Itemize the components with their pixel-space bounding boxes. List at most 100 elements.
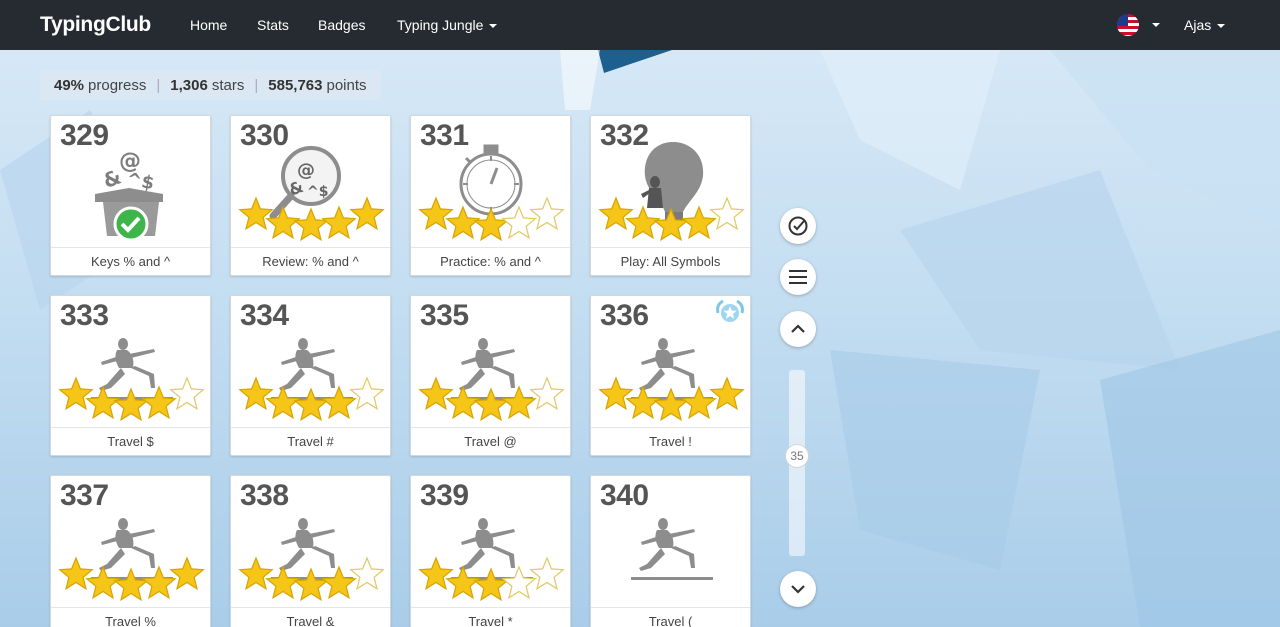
star-filled-icon [445, 385, 481, 420]
star-filled-icon [681, 385, 717, 420]
star-filled-icon [113, 387, 149, 422]
typingclub-logo[interactable]: TypingClub [40, 13, 151, 37]
star-filled-icon [445, 565, 481, 600]
lesson-card[interactable]: 338 Travel & [230, 475, 391, 627]
star-filled-icon [653, 387, 689, 422]
lesson-card[interactable]: 336 Travel ! [590, 295, 751, 456]
lesson-name: Travel # [231, 427, 390, 455]
lesson-number: 331 [420, 119, 469, 152]
star-empty-icon [529, 196, 565, 231]
star-filled-icon [349, 196, 385, 231]
star-filled-icon [113, 567, 149, 602]
list-view-button[interactable] [780, 259, 816, 295]
user-name: Ajas [1184, 17, 1212, 33]
progress-label: progress [88, 76, 147, 94]
star-filled-icon [265, 565, 301, 600]
lesson-card[interactable]: 340 Travel ( [590, 475, 751, 627]
award-badge-icon [716, 299, 744, 322]
lesson-card[interactable]: 334 Travel # [230, 295, 391, 456]
star-filled-icon [625, 205, 661, 240]
us-flag-icon[interactable] [1117, 14, 1139, 36]
star-filled-icon [681, 205, 717, 240]
lesson-name: Travel ( [591, 607, 750, 627]
nav-badges[interactable]: Badges [318, 17, 365, 33]
star-filled-icon [321, 205, 357, 240]
star-filled-icon [58, 376, 94, 411]
points-count: 585,763 [268, 76, 323, 94]
lesson-name: Review: % and ^ [231, 247, 390, 275]
lesson-number: 339 [420, 479, 469, 512]
star-empty-icon [501, 565, 537, 600]
chevron-down-icon [791, 585, 805, 594]
lesson-name: Travel ! [591, 427, 750, 455]
star-filled-icon [598, 376, 634, 411]
nav-home[interactable]: Home [190, 17, 227, 33]
star-filled-icon [238, 556, 274, 591]
star-empty-icon [349, 376, 385, 411]
lesson-name: Travel @ [411, 427, 570, 455]
lesson-card[interactable]: @ & ^$ 330 Review: % and ^ [230, 115, 391, 276]
divider: | [156, 76, 161, 94]
scroll-thumb[interactable]: 35 [785, 444, 809, 468]
lesson-number: 329 [60, 119, 109, 152]
star-filled-icon [473, 387, 509, 422]
nav-stats[interactable]: Stats [257, 17, 289, 33]
star-filled-icon [473, 207, 509, 242]
scroll-down-button[interactable] [780, 571, 816, 607]
lesson-number: 334 [240, 299, 289, 332]
svg-text:^$: ^$ [307, 184, 328, 200]
lesson-number: 340 [600, 479, 649, 512]
star-empty-icon [529, 556, 565, 591]
star-filled-icon [265, 385, 301, 420]
star-filled-icon [418, 376, 454, 411]
star-empty-icon [169, 376, 205, 411]
progress-percent: 49% [54, 76, 85, 94]
star-filled-icon [141, 385, 177, 420]
star-filled-icon [293, 387, 329, 422]
lesson-name: Travel & [231, 607, 390, 627]
star-filled-icon [445, 205, 481, 240]
lesson-number: 335 [420, 299, 469, 332]
star-filled-icon [418, 196, 454, 231]
lesson-name: Practice: % and ^ [411, 247, 570, 275]
star-filled-icon [238, 376, 274, 411]
nav-typing-jungle[interactable]: Typing Jungle [397, 17, 498, 33]
user-menu[interactable]: Ajas [1184, 17, 1226, 33]
lesson-name: Travel % [51, 607, 210, 627]
lesson-number: 330 [240, 119, 289, 152]
star-filled-icon [238, 196, 274, 231]
star-filled-icon [625, 385, 661, 420]
star-filled-icon [598, 196, 634, 231]
star-filled-icon [265, 205, 301, 240]
lesson-number: 336 [600, 299, 649, 332]
lesson-card[interactable]: 335 Travel @ [410, 295, 571, 456]
star-filled-icon [85, 385, 121, 420]
check-circle-icon [788, 216, 808, 236]
lesson-card[interactable]: 333 Travel $ [50, 295, 211, 456]
lesson-card[interactable]: 337 Travel % [50, 475, 211, 627]
star-filled-icon [321, 565, 357, 600]
lesson-number: 337 [60, 479, 109, 512]
star-filled-icon [321, 385, 357, 420]
lesson-card[interactable]: 339 Travel * [410, 475, 571, 627]
lesson-card[interactable]: 331 Practice: % and ^ [410, 115, 571, 276]
stars-count: 1,306 [170, 76, 208, 94]
menu-icon [789, 270, 807, 284]
stars-label: stars [211, 76, 245, 94]
star-empty-icon [709, 196, 745, 231]
star-filled-icon [418, 556, 454, 591]
check-progress-button[interactable] [780, 208, 816, 244]
star-filled-icon [501, 385, 537, 420]
star-empty-icon [529, 376, 565, 411]
scroll-up-button[interactable] [780, 311, 816, 347]
lesson-card[interactable]: @ & ^$ 329 Keys % and ^ [50, 115, 211, 276]
star-filled-icon [709, 376, 745, 411]
lesson-card[interactable]: 332 Play: All Symbols [590, 115, 751, 276]
star-filled-icon [293, 567, 329, 602]
star-filled-icon [58, 556, 94, 591]
chevron-down-icon[interactable] [1152, 23, 1160, 27]
star-filled-icon [293, 207, 329, 242]
chevron-up-icon [791, 324, 805, 333]
lesson-name: Keys % and ^ [51, 247, 210, 275]
nav-typing-jungle-label: Typing Jungle [397, 17, 484, 33]
